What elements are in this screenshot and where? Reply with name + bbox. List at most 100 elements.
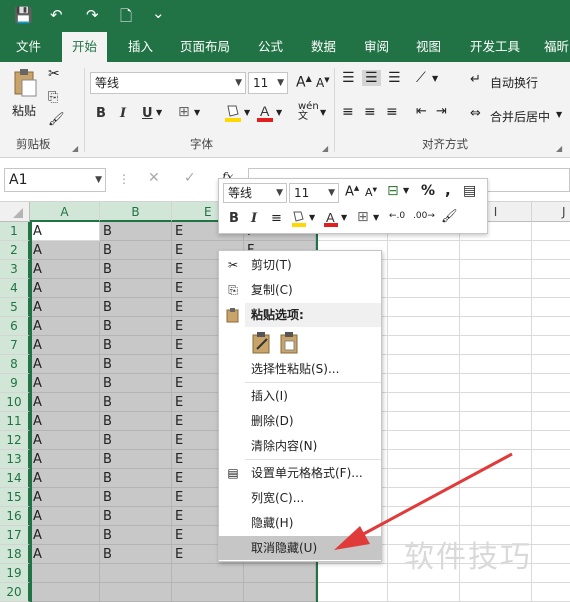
empty-cell[interactable] — [388, 336, 460, 355]
cell-b15[interactable]: B — [100, 488, 172, 507]
fill-color-options-icon[interactable]: ▼ — [244, 108, 250, 117]
empty-cell[interactable] — [388, 355, 460, 374]
cell-f20[interactable] — [244, 583, 316, 602]
row-header[interactable]: 17 — [0, 526, 30, 545]
mini-font-color-icon[interactable]: A — [323, 209, 339, 229]
cell-b6[interactable]: B — [100, 317, 172, 336]
mini-decrease-decimal-icon[interactable]: .00→ — [413, 211, 435, 221]
mini-fill-options-icon[interactable]: ▼ — [309, 213, 315, 222]
borders-icon[interactable]: ⊞ — [178, 104, 190, 120]
mini-increase-font-icon[interactable]: A▲ — [345, 184, 359, 199]
cell-a10[interactable]: A — [30, 393, 100, 412]
empty-cell[interactable] — [388, 279, 460, 298]
cell-b18[interactable]: B — [100, 545, 172, 564]
cell-b13[interactable]: B — [100, 450, 172, 469]
row-header[interactable]: 11 — [0, 412, 30, 431]
cell-a3[interactable]: A — [30, 260, 100, 279]
tab-developer[interactable]: 开发工具 — [470, 32, 520, 62]
font-color-icon[interactable]: A — [256, 102, 274, 124]
row-header[interactable]: 8 — [0, 355, 30, 374]
cell-f19[interactable] — [244, 564, 316, 583]
cell-b7[interactable]: B — [100, 336, 172, 355]
tab-foxit[interactable]: 福昕 — [544, 32, 569, 62]
tab-view[interactable]: 视图 — [416, 32, 441, 62]
cell-b12[interactable]: B — [100, 431, 172, 450]
row-header[interactable]: 20 — [0, 583, 30, 602]
mini-format-table-icon[interactable]: ▤ — [463, 183, 476, 199]
tab-data[interactable]: 数据 — [311, 32, 336, 62]
cell-a2[interactable]: A — [30, 241, 100, 260]
cell-e20[interactable] — [172, 583, 244, 602]
cell-b3[interactable]: B — [100, 260, 172, 279]
align-center-icon[interactable]: ≡ — [364, 104, 376, 120]
customize-qat-icon[interactable]: ⌄ — [152, 4, 165, 22]
tab-home[interactable]: 开始 — [62, 32, 108, 62]
row-header[interactable]: 16 — [0, 507, 30, 526]
empty-cell[interactable] — [532, 279, 570, 298]
cell-a14[interactable]: A — [30, 469, 100, 488]
cell-b5[interactable]: B — [100, 298, 172, 317]
increase-indent-icon[interactable]: ⇥ — [436, 104, 447, 119]
mini-borders-options-icon[interactable]: ▼ — [373, 213, 379, 222]
new-file-icon[interactable]: 🗋 — [120, 6, 132, 31]
cell-b8[interactable]: B — [100, 355, 172, 374]
empty-cell[interactable] — [316, 583, 388, 602]
format-painter-icon[interactable]: 🖌 — [48, 112, 65, 127]
empty-cell[interactable] — [388, 374, 460, 393]
cell-a13[interactable]: A — [30, 450, 100, 469]
mini-number-format-icon[interactable]: ⊟ — [387, 183, 399, 199]
orientation-icon[interactable]: ⟋ — [416, 70, 426, 86]
tab-formulas[interactable]: 公式 — [258, 32, 283, 62]
cell-b20[interactable] — [100, 583, 172, 602]
cell-e19[interactable] — [172, 564, 244, 583]
tab-review[interactable]: 审阅 — [364, 32, 389, 62]
empty-cell[interactable] — [460, 374, 532, 393]
row-header[interactable]: 13 — [0, 450, 30, 469]
cell-a16[interactable]: A — [30, 507, 100, 526]
cell-b2[interactable]: B — [100, 241, 172, 260]
row-header[interactable]: 18 — [0, 545, 30, 564]
orientation-options-icon[interactable]: ▼ — [432, 74, 438, 83]
menu-item-cut[interactable]: ✂ 剪切(T) — [219, 253, 381, 277]
row-header[interactable]: 3 — [0, 260, 30, 279]
empty-cell[interactable] — [532, 488, 570, 507]
fill-color-icon[interactable] — [224, 102, 242, 124]
empty-cell[interactable] — [460, 393, 532, 412]
decrease-font-icon[interactable]: A▼ — [316, 76, 330, 90]
font-launcher-icon[interactable]: ◢ — [322, 144, 328, 153]
mini-format-painter-icon[interactable]: 🖌 — [441, 209, 458, 224]
empty-cell[interactable] — [532, 336, 570, 355]
alignment-launcher-icon[interactable]: ◢ — [556, 144, 562, 153]
row-header[interactable]: 19 — [0, 564, 30, 583]
empty-cell[interactable] — [532, 260, 570, 279]
align-bottom-icon[interactable]: ☰ — [388, 70, 401, 86]
merge-center-icon[interactable]: ⇔ — [470, 106, 481, 121]
copy-icon[interactable]: ⎘ — [48, 90, 58, 105]
cell-a15[interactable]: A — [30, 488, 100, 507]
column-header-a[interactable]: A — [30, 202, 100, 222]
mini-fill-color-icon[interactable] — [291, 209, 307, 229]
empty-cell[interactable] — [388, 241, 460, 260]
empty-cell[interactable] — [460, 260, 532, 279]
empty-cell[interactable] — [532, 450, 570, 469]
paste-option-values-icon[interactable] — [279, 331, 301, 355]
mini-comma-button[interactable]: , — [445, 181, 451, 199]
save-icon[interactable]: 💾 — [14, 6, 33, 24]
cell-a5[interactable]: A — [30, 298, 100, 317]
menu-item-delete[interactable]: 删除(D) — [219, 409, 381, 433]
empty-cell[interactable] — [532, 564, 570, 583]
tab-insert[interactable]: 插入 — [128, 32, 153, 62]
row-header[interactable]: 6 — [0, 317, 30, 336]
cell-b16[interactable]: B — [100, 507, 172, 526]
empty-cell[interactable] — [316, 564, 388, 583]
borders-options-icon[interactable]: ▼ — [194, 108, 200, 117]
column-header-j[interactable]: J — [532, 202, 570, 222]
cell-b17[interactable]: B — [100, 526, 172, 545]
font-color-options-icon[interactable]: ▼ — [276, 108, 282, 117]
row-header[interactable]: 4 — [0, 279, 30, 298]
mini-italic-button[interactable]: I — [251, 211, 257, 226]
cell-b1[interactable]: B — [100, 222, 172, 241]
empty-cell[interactable] — [388, 317, 460, 336]
row-header[interactable]: 15 — [0, 488, 30, 507]
mini-font-color-options-icon[interactable]: ▼ — [341, 213, 347, 222]
